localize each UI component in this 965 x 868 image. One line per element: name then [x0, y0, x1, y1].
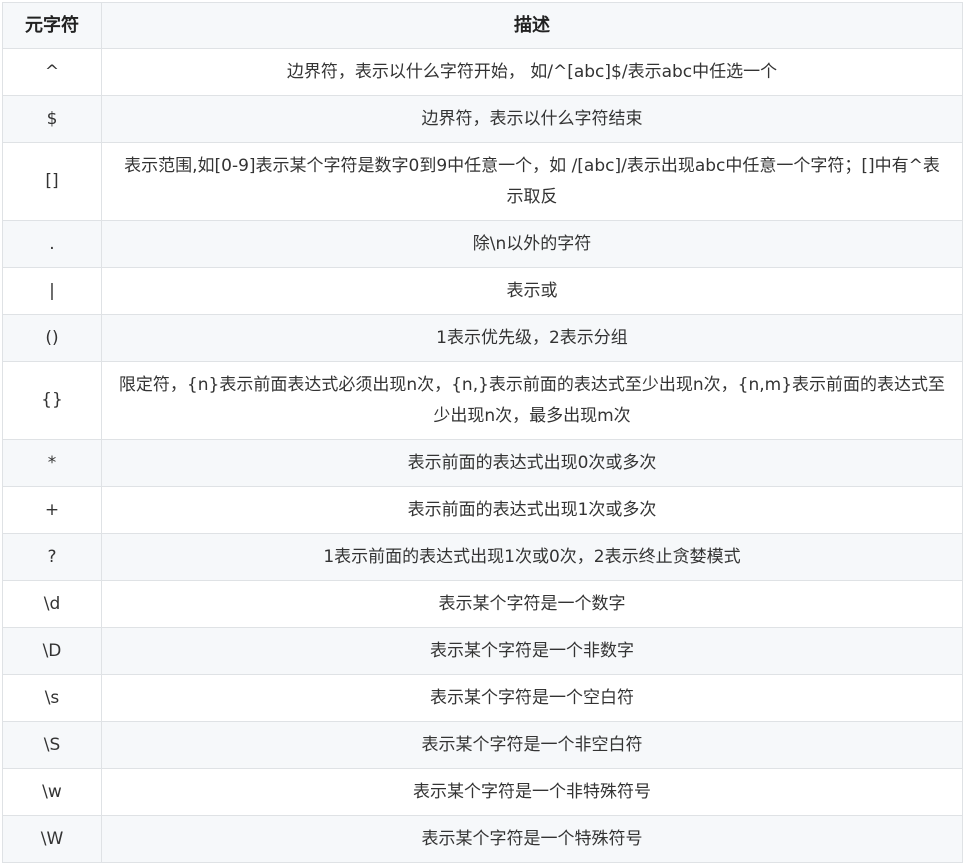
table-row: \W 表示某个字符是一个特殊符号 [2, 815, 963, 863]
row-symbol: [] [2, 142, 102, 221]
row-description: 表示某个字符是一个非特殊符号 [101, 768, 963, 816]
row-symbol: | [2, 267, 102, 315]
row-symbol: $ [2, 95, 102, 143]
table-row: () 1表示优先级，2表示分组 [2, 314, 963, 362]
row-symbol: . [2, 220, 102, 268]
row-description: 表示某个字符是一个特殊符号 [101, 815, 963, 863]
metachar-table: 元字符 描述 ^ 边界符，表示以什么字符开始， 如/^[abc]$/表示abc中… [2, 2, 963, 863]
row-symbol: \s [2, 674, 102, 722]
row-symbol: ? [2, 533, 102, 581]
row-description: 表示前面的表达式出现1次或多次 [101, 486, 963, 534]
table-row: $ 边界符，表示以什么字符结束 [2, 95, 963, 143]
table-row: [] 表示范围,如[0-9]表示某个字符是数字0到9中任意一个，如 /[abc]… [2, 142, 963, 221]
table-row: \d 表示某个字符是一个数字 [2, 580, 963, 628]
row-description: 表示某个字符是一个非数字 [101, 627, 963, 675]
row-description: 边界符，表示以什么字符结束 [101, 95, 963, 143]
row-symbol: \d [2, 580, 102, 628]
row-description: 表示某个字符是一个空白符 [101, 674, 963, 722]
table-row: ? 1表示前面的表达式出现1次或0次，2表示终止贪婪模式 [2, 533, 963, 581]
row-description: 限定符，{n}表示前面表达式必须出现n次，{n,}表示前面的表达式至少出现n次，… [101, 361, 963, 440]
row-symbol: + [2, 486, 102, 534]
table-row: \S 表示某个字符是一个非空白符 [2, 721, 963, 769]
table-header-row: 元字符 描述 [2, 2, 963, 49]
row-symbol: ^ [2, 48, 102, 96]
row-description: 1表示优先级，2表示分组 [101, 314, 963, 362]
table-row: \s 表示某个字符是一个空白符 [2, 674, 963, 722]
row-symbol: \W [2, 815, 102, 863]
row-description: 表示或 [101, 267, 963, 315]
table-row: ^ 边界符，表示以什么字符开始， 如/^[abc]$/表示abc中任选一个 [2, 48, 963, 96]
row-description: 1表示前面的表达式出现1次或0次，2表示终止贪婪模式 [101, 533, 963, 581]
table-row: \D 表示某个字符是一个非数字 [2, 627, 963, 675]
table-row: * 表示前面的表达式出现0次或多次 [2, 439, 963, 487]
row-description: 表示范围,如[0-9]表示某个字符是数字0到9中任意一个，如 /[abc]/表示… [101, 142, 963, 221]
row-symbol: () [2, 314, 102, 362]
header-metachar: 元字符 [2, 2, 102, 49]
row-description: 表示某个字符是一个数字 [101, 580, 963, 628]
table-row: . 除\n以外的字符 [2, 220, 963, 268]
table-row: \w 表示某个字符是一个非特殊符号 [2, 768, 963, 816]
row-symbol: {} [2, 361, 102, 440]
table-row: + 表示前面的表达式出现1次或多次 [2, 486, 963, 534]
table-row: | 表示或 [2, 267, 963, 315]
row-description: 表示前面的表达式出现0次或多次 [101, 439, 963, 487]
page: 元字符 描述 ^ 边界符，表示以什么字符开始， 如/^[abc]$/表示abc中… [0, 0, 965, 868]
row-symbol: \S [2, 721, 102, 769]
row-description: 边界符，表示以什么字符开始， 如/^[abc]$/表示abc中任选一个 [101, 48, 963, 96]
table-row: {} 限定符，{n}表示前面表达式必须出现n次，{n,}表示前面的表达式至少出现… [2, 361, 963, 440]
row-symbol: \D [2, 627, 102, 675]
row-description: 除\n以外的字符 [101, 220, 963, 268]
row-symbol: \w [2, 768, 102, 816]
row-symbol: * [2, 439, 102, 487]
header-description: 描述 [101, 2, 963, 49]
row-description: 表示某个字符是一个非空白符 [101, 721, 963, 769]
